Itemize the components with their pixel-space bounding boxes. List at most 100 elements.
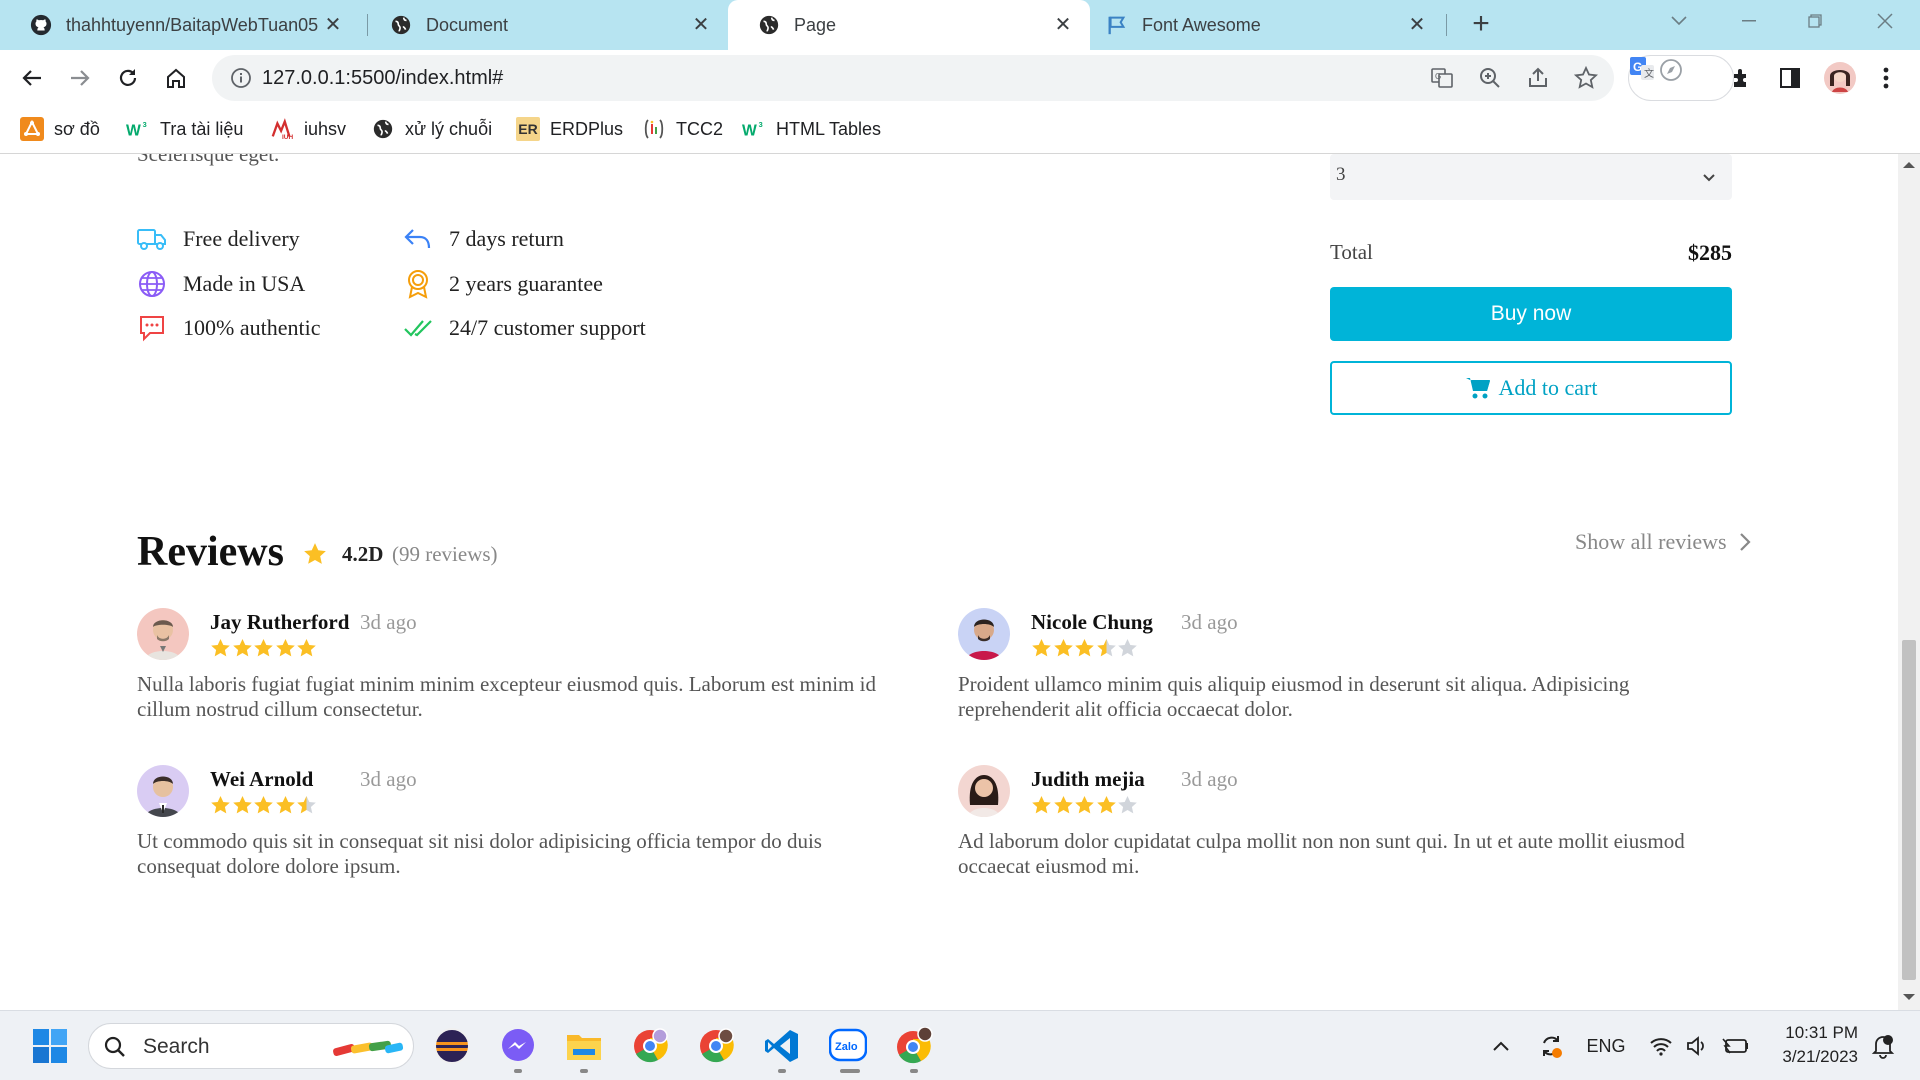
windows-start-icon[interactable] [32, 1028, 68, 1064]
review-time: 3d ago [360, 767, 417, 791]
side-panel-icon[interactable] [1776, 64, 1804, 92]
scrollbar-thumb[interactable] [1902, 640, 1916, 980]
bookmark-tra-tai-lieu[interactable]: W3 Tra tài liệu [126, 106, 243, 152]
reviews-rating: 4.2D [342, 542, 384, 566]
chrome-profile-app-icon[interactable] [696, 1026, 736, 1066]
star-full-icon [1053, 796, 1073, 814]
tab-github[interactable]: thahhtuyenn/BaitapWebTuan05 ✕ [0, 0, 360, 50]
globe-icon [137, 269, 167, 299]
globe-icon [371, 117, 395, 141]
chrome-app-icon[interactable] [894, 1026, 934, 1066]
close-tab-icon[interactable]: ✕ [1406, 14, 1428, 36]
reviews-count: (99 reviews) [392, 542, 498, 566]
zalo-app-icon[interactable]: Zalo [828, 1026, 868, 1066]
star-full-icon [1096, 796, 1116, 814]
tab-document[interactable]: Document ✕ [360, 0, 728, 50]
review-text: Nulla laboris fugiat fugiat minim minim … [137, 672, 876, 721]
bookmark-label: sơ đồ [54, 118, 100, 139]
forward-button[interactable] [62, 60, 98, 96]
bookmark-label: iuhsv [304, 118, 347, 139]
star-half-icon [297, 796, 316, 814]
scroll-down-arrow-icon[interactable] [1903, 994, 1915, 1000]
compass-extension-icon[interactable] [1659, 59, 1683, 86]
eclipse-app-icon[interactable] [432, 1026, 472, 1066]
site-info-icon[interactable] [230, 67, 252, 89]
extensions-puzzle-icon[interactable] [1728, 64, 1756, 92]
show-all-reviews-link[interactable]: Show all reviews [1575, 529, 1753, 555]
close-window-button[interactable] [1850, 0, 1920, 42]
tab-font-awesome[interactable]: Font Awesome ✕ [1090, 0, 1444, 50]
wifi-icon[interactable] [1646, 1011, 1676, 1080]
add-to-cart-label: Add to cart [1498, 375, 1598, 400]
tab-strip: thahhtuyenn/BaitapWebTuan05 ✕ Document ✕… [0, 0, 1920, 50]
bookmark-xu-ly-chuoi[interactable]: xử lý chuỗi [371, 106, 492, 152]
tab-page[interactable]: Page ✕ [728, 0, 1090, 50]
messenger-app-icon[interactable] [498, 1026, 538, 1066]
bookmark-html-tables[interactable]: W3 HTML Tables [742, 106, 881, 152]
reviewer-name: Jay Rutherford [210, 610, 350, 634]
chrome-profile-app-icon[interactable] [630, 1026, 670, 1066]
menu-kebab-icon[interactable] [1872, 64, 1900, 92]
volume-icon[interactable] [1682, 1011, 1712, 1080]
translate-icon[interactable]: G [1430, 66, 1454, 90]
star-half-icon [1096, 639, 1116, 657]
language-indicator[interactable]: ENG [1584, 1011, 1628, 1080]
sync-status-icon[interactable] [1534, 1011, 1568, 1080]
bookmark-erdplus[interactable]: ER ERDPlus [516, 106, 623, 152]
running-indicator [580, 1069, 588, 1073]
file-explorer-app-icon[interactable] [564, 1026, 604, 1066]
taskbar-search-box[interactable]: Search [88, 1023, 414, 1069]
cart-icon [1465, 376, 1491, 400]
star-full-icon [1075, 639, 1094, 657]
battery-icon[interactable] [1718, 1011, 1752, 1080]
vscode-app-icon[interactable] [762, 1026, 802, 1066]
notification-bell-icon[interactable] [1866, 1011, 1900, 1080]
product-description-fragment: Scelerisque eget. [137, 154, 280, 166]
google-translate-extension-icon[interactable]: G文 [1629, 57, 1659, 86]
close-tab-icon[interactable]: ✕ [322, 14, 344, 36]
show-hidden-icons-chevron-icon[interactable] [1486, 1011, 1516, 1080]
taskbar-clock[interactable]: 10:31 PM 3/21/2023 [1762, 1021, 1858, 1069]
minimize-button[interactable] [1714, 0, 1784, 42]
restore-button[interactable] [1780, 0, 1850, 42]
bookmark-tcc2[interactable]: TCC2 [642, 106, 723, 152]
return-arrow-icon [403, 224, 433, 254]
bookmark-so-do[interactable]: sơ đồ [20, 106, 100, 152]
review-time: 3d ago [1181, 610, 1238, 634]
bookmark-star-icon[interactable] [1573, 65, 1599, 90]
bookmarks-bar: sơ đồ W3 Tra tài liệu IUH iuhsv xử lý ch… [0, 106, 1920, 154]
bookmark-iuhsv[interactable]: IUH iuhsv [270, 106, 346, 152]
reload-button[interactable] [110, 60, 146, 96]
page-scrollbar[interactable] [1898, 154, 1920, 1010]
github-icon [30, 14, 52, 36]
feature-label: 7 days return [449, 226, 564, 251]
home-button[interactable] [158, 60, 194, 96]
iuh-icon: IUH [270, 117, 294, 141]
review-time: 3d ago [360, 610, 417, 634]
total-value: $285 [1688, 240, 1732, 265]
svg-text:G: G [1633, 60, 1642, 74]
zoom-icon[interactable] [1478, 66, 1502, 90]
close-tab-icon[interactable]: ✕ [690, 14, 712, 36]
share-icon[interactable] [1526, 66, 1550, 90]
feature-days-return: 7 days return [403, 224, 564, 254]
running-indicator [778, 1069, 786, 1073]
url-text[interactable]: 127.0.0.1:5500/index.html# [262, 55, 503, 101]
tab-search-chevron-icon[interactable] [1644, 0, 1714, 42]
buy-now-button[interactable]: Buy now [1330, 287, 1732, 341]
new-tab-button[interactable]: + [1466, 9, 1496, 40]
star-full-icon [1032, 639, 1051, 657]
show-all-label: Show all reviews [1575, 529, 1727, 554]
globe-icon [758, 14, 780, 36]
add-to-cart-button[interactable]: Add to cart [1330, 361, 1732, 415]
profile-avatar[interactable] [1824, 62, 1856, 94]
bookmark-label: Tra tài liệu [160, 118, 244, 139]
address-bar[interactable]: 127.0.0.1:5500/index.html# G [212, 55, 1614, 101]
reviewer-name: Wei Arnold [210, 767, 314, 791]
review-card: Jay Rutherford 3d ago Nulla laboris fugi… [137, 608, 877, 721]
close-tab-icon[interactable]: ✕ [1052, 14, 1074, 36]
back-button[interactable] [14, 60, 50, 96]
scroll-up-arrow-icon[interactable] [1903, 162, 1915, 168]
quantity-select[interactable]: 3 [1330, 154, 1732, 200]
er-icon: ER [516, 117, 540, 141]
